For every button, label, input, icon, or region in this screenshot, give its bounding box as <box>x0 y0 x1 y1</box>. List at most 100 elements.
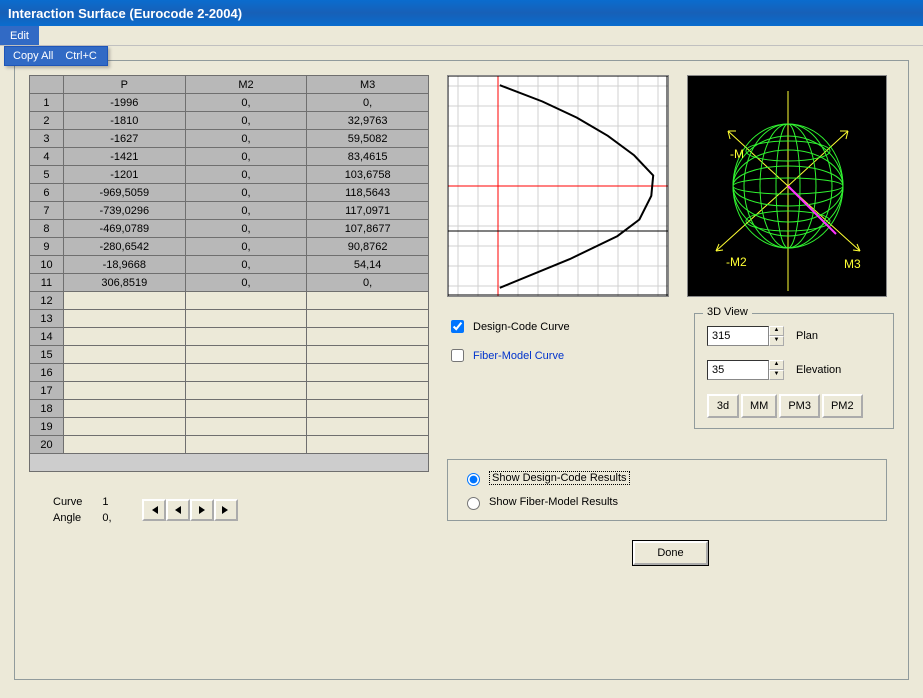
cell-m3[interactable]: 90,8762 <box>307 238 429 256</box>
view-pm2-button[interactable]: PM2 <box>822 394 863 418</box>
table-row[interactable]: 10-18,96680,54,14 <box>30 256 429 274</box>
table-row[interactable]: 6-969,50590,118,5643 <box>30 184 429 202</box>
cell-p[interactable]: -18,9668 <box>63 256 185 274</box>
cell-m2[interactable]: 0, <box>185 256 307 274</box>
cell-p[interactable] <box>63 382 185 400</box>
cell-m3[interactable]: 32,9763 <box>307 112 429 130</box>
view-3d-button[interactable]: 3d <box>707 394 739 418</box>
table-row[interactable]: 20 <box>30 436 429 454</box>
cell-m2[interactable] <box>185 400 307 418</box>
table-row[interactable]: 16 <box>30 364 429 382</box>
cell-m3[interactable] <box>307 418 429 436</box>
table-row[interactable]: 8-469,07890,107,8677 <box>30 220 429 238</box>
cell-m2[interactable] <box>185 346 307 364</box>
cell-m2[interactable]: 0, <box>185 112 307 130</box>
cell-m2[interactable] <box>185 418 307 436</box>
view-pm3-button[interactable]: PM3 <box>779 394 820 418</box>
cell-m2[interactable]: 0, <box>185 184 307 202</box>
cell-p[interactable]: -969,5059 <box>63 184 185 202</box>
cell-p[interactable] <box>63 436 185 454</box>
cell-m2[interactable]: 0, <box>185 274 307 292</box>
table-row[interactable]: 14 <box>30 328 429 346</box>
table-row[interactable]: 1-19960,0, <box>30 94 429 112</box>
elevation-spinner[interactable]: ▲ ▼ <box>707 360 784 380</box>
cell-m3[interactable] <box>307 436 429 454</box>
cell-m2[interactable]: 0, <box>185 94 307 112</box>
show-design-code-input[interactable] <box>467 473 480 486</box>
cell-p[interactable]: -1201 <box>63 166 185 184</box>
cell-m2[interactable]: 0, <box>185 202 307 220</box>
table-h-scrollbar[interactable] <box>29 454 429 472</box>
plan-input[interactable] <box>707 326 769 346</box>
cell-m3[interactable] <box>307 364 429 382</box>
design-code-curve-checkbox[interactable]: Design-Code Curve <box>447 317 570 336</box>
table-row[interactable]: 7-739,02960,117,0971 <box>30 202 429 220</box>
menu-edit[interactable]: Edit <box>0 26 39 45</box>
cell-m2[interactable] <box>185 328 307 346</box>
cell-m3[interactable]: 0, <box>307 274 429 292</box>
elevation-input[interactable] <box>707 360 769 380</box>
elevation-up-button[interactable]: ▲ <box>769 360 784 370</box>
table-row[interactable]: 18 <box>30 400 429 418</box>
cell-p[interactable]: -1421 <box>63 148 185 166</box>
table-row[interactable]: 4-14210,83,4615 <box>30 148 429 166</box>
cell-p[interactable]: -280,6542 <box>63 238 185 256</box>
table-row[interactable]: 19 <box>30 418 429 436</box>
cell-m3[interactable] <box>307 346 429 364</box>
cell-m3[interactable]: 83,4615 <box>307 148 429 166</box>
cell-p[interactable] <box>63 346 185 364</box>
cell-m2[interactable]: 0, <box>185 130 307 148</box>
nav-last-button[interactable] <box>214 499 238 521</box>
done-button[interactable]: Done <box>633 541 707 565</box>
cell-m3[interactable]: 118,5643 <box>307 184 429 202</box>
cell-m3[interactable] <box>307 400 429 418</box>
table-row[interactable]: 5-12010,103,6758 <box>30 166 429 184</box>
cell-p[interactable]: -1627 <box>63 130 185 148</box>
cell-m2[interactable]: 0, <box>185 148 307 166</box>
fiber-model-curve-checkbox[interactable]: Fiber-Model Curve <box>447 346 570 365</box>
cell-m3[interactable]: 103,6758 <box>307 166 429 184</box>
data-table[interactable]: P M2 M3 1-19960,0,2-18100,32,97633-16270… <box>29 75 429 454</box>
table-row[interactable]: 9-280,65420,90,8762 <box>30 238 429 256</box>
cell-p[interactable] <box>63 418 185 436</box>
nav-next-button[interactable] <box>190 499 214 521</box>
show-fiber-model-input[interactable] <box>467 497 480 510</box>
cell-m3[interactable]: 117,0971 <box>307 202 429 220</box>
nav-first-button[interactable] <box>142 499 166 521</box>
cell-m2[interactable] <box>185 436 307 454</box>
cell-p[interactable] <box>63 400 185 418</box>
plan-up-button[interactable]: ▲ <box>769 326 784 336</box>
table-row[interactable]: 15 <box>30 346 429 364</box>
show-fiber-model-radio[interactable]: Show Fiber-Model Results <box>462 494 872 510</box>
cell-m3[interactable]: 59,5082 <box>307 130 429 148</box>
cell-m2[interactable] <box>185 310 307 328</box>
cell-m3[interactable] <box>307 310 429 328</box>
cell-m3[interactable]: 0, <box>307 94 429 112</box>
plan-spinner[interactable]: ▲ ▼ <box>707 326 784 346</box>
cell-m2[interactable]: 0, <box>185 166 307 184</box>
cell-p[interactable]: 306,8519 <box>63 274 185 292</box>
table-row[interactable]: 11306,85190,0, <box>30 274 429 292</box>
table-row[interactable]: 2-18100,32,9763 <box>30 112 429 130</box>
cell-p[interactable]: -739,0296 <box>63 202 185 220</box>
nav-prev-button[interactable] <box>166 499 190 521</box>
cell-m2[interactable]: 0, <box>185 238 307 256</box>
cell-p[interactable]: -1810 <box>63 112 185 130</box>
cell-p[interactable]: -1996 <box>63 94 185 112</box>
cell-m3[interactable] <box>307 292 429 310</box>
cell-m3[interactable]: 107,8677 <box>307 220 429 238</box>
cell-p[interactable] <box>63 310 185 328</box>
cell-m2[interactable]: 0, <box>185 220 307 238</box>
table-row[interactable]: 3-16270,59,5082 <box>30 130 429 148</box>
cell-m3[interactable] <box>307 382 429 400</box>
cell-m2[interactable] <box>185 364 307 382</box>
view-mm-button[interactable]: MM <box>741 394 777 418</box>
menu-copy-all[interactable]: Copy All Ctrl+C <box>5 47 107 65</box>
table-row[interactable]: 13 <box>30 310 429 328</box>
cell-m2[interactable] <box>185 382 307 400</box>
cell-m2[interactable] <box>185 292 307 310</box>
cell-m3[interactable] <box>307 328 429 346</box>
fiber-model-curve-input[interactable] <box>451 349 464 362</box>
design-code-curve-input[interactable] <box>451 320 464 333</box>
cell-m3[interactable]: 54,14 <box>307 256 429 274</box>
